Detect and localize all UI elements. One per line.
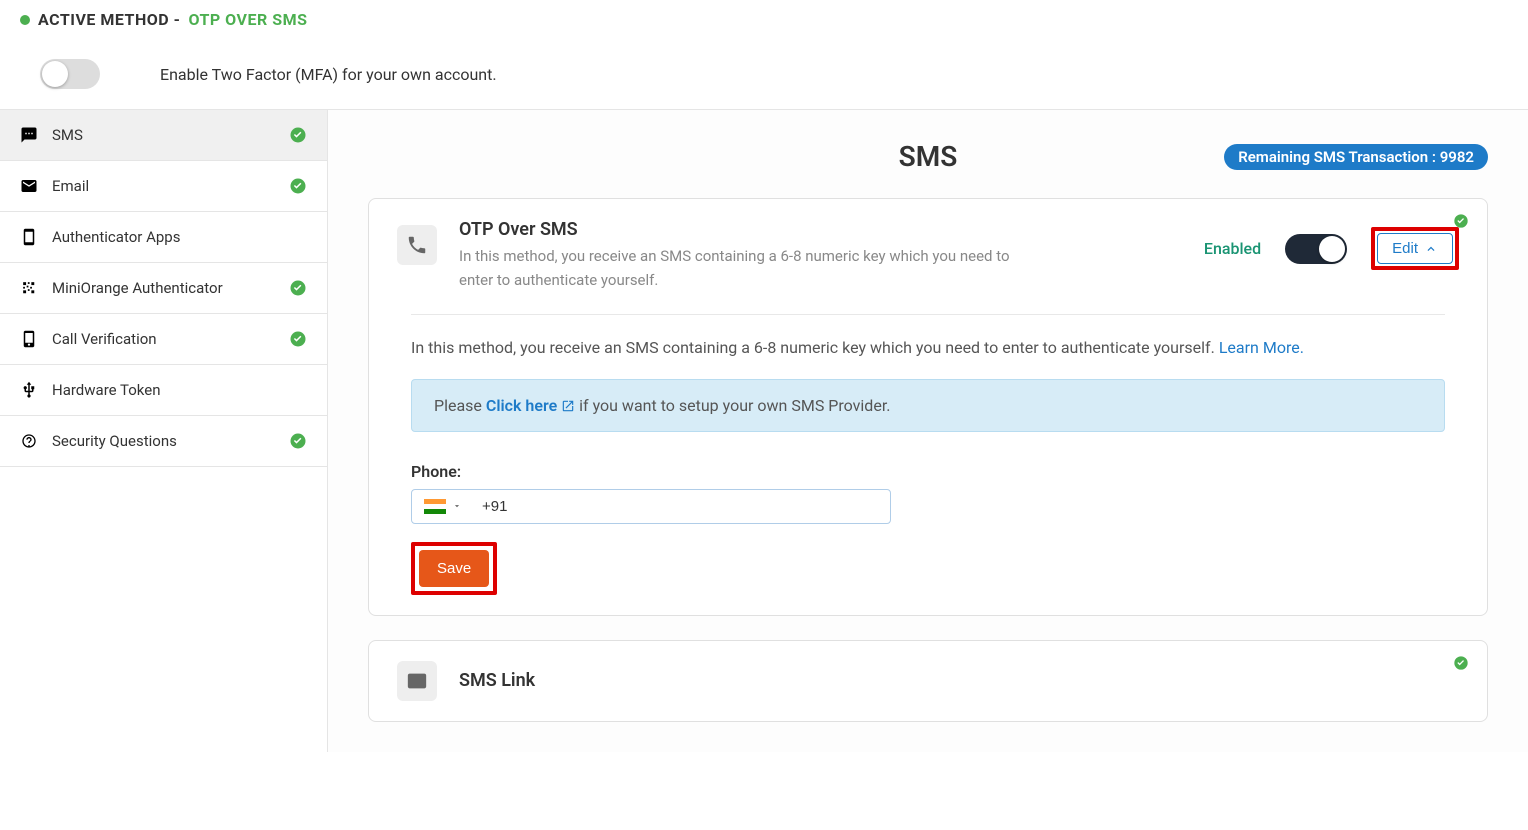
edit-button-label: Edit xyxy=(1392,240,1418,257)
check-icon xyxy=(1453,213,1469,233)
active-method-label: ACTIVE METHOD - xyxy=(38,10,180,29)
mfa-toggle-section: Enable Two Factor (MFA) for your own acc… xyxy=(0,39,1528,109)
edit-button[interactable]: Edit xyxy=(1377,233,1453,264)
sidebar-item-label: MiniOrange Authenticator xyxy=(52,279,223,297)
content-area: SMS Remaining SMS Transaction : 9982 OTP… xyxy=(328,110,1528,752)
click-here-link[interactable]: Click here xyxy=(486,396,575,415)
country-flag-selector[interactable] xyxy=(424,499,462,514)
sidebar-item-security-questions[interactable]: Security Questions xyxy=(0,416,327,467)
card-title: OTP Over SMS xyxy=(459,219,1182,240)
question-icon xyxy=(20,432,38,450)
card-body: In this method, you receive an SMS conta… xyxy=(397,335,1459,595)
content-title: SMS xyxy=(899,140,958,173)
top-bar: ACTIVE METHOD - OTP OVER SMS xyxy=(0,0,1528,39)
sms-link-icon xyxy=(397,661,437,701)
active-method-value: OTP OVER SMS xyxy=(188,10,307,29)
check-icon xyxy=(289,126,307,144)
sidebar-item-hardware-token[interactable]: Hardware Token xyxy=(0,365,327,416)
sidebar-item-email[interactable]: Email xyxy=(0,161,327,212)
status-dot-icon xyxy=(20,15,30,25)
check-icon xyxy=(289,432,307,450)
main-container: SMS Email Authenticator Apps xyxy=(0,109,1528,752)
content-header: SMS Remaining SMS Transaction : 9982 xyxy=(368,140,1488,173)
sidebar: SMS Email Authenticator Apps xyxy=(0,110,328,752)
sidebar-item-miniorange[interactable]: MiniOrange Authenticator xyxy=(0,263,327,314)
otp-over-sms-card: OTP Over SMS In this method, you receive… xyxy=(368,198,1488,616)
phone-icon xyxy=(397,225,437,265)
external-link-icon xyxy=(561,399,575,413)
card-header: OTP Over SMS In this method, you receive… xyxy=(397,219,1459,292)
chevron-down-icon xyxy=(452,501,462,511)
check-icon xyxy=(289,279,307,297)
mfa-toggle-label: Enable Two Factor (MFA) for your own acc… xyxy=(160,65,497,84)
usb-icon xyxy=(20,381,38,399)
message-icon xyxy=(20,126,38,144)
card-body-text: In this method, you receive an SMS conta… xyxy=(411,335,1445,361)
sms-link-title: SMS Link xyxy=(459,670,535,691)
sidebar-item-label: Email xyxy=(52,177,89,195)
phone-input[interactable] xyxy=(482,498,878,515)
mfa-toggle[interactable] xyxy=(40,59,100,89)
sidebar-item-label: Call Verification xyxy=(52,330,157,348)
sidebar-item-label: Authenticator Apps xyxy=(52,228,180,246)
save-highlight: Save xyxy=(411,542,497,595)
sidebar-item-label: Hardware Token xyxy=(52,381,161,399)
sidebar-item-authenticator-apps[interactable]: Authenticator Apps xyxy=(0,212,327,263)
phone-input-wrapper xyxy=(411,489,891,524)
sms-link-card: SMS Link xyxy=(368,640,1488,722)
otp-sms-toggle[interactable] xyxy=(1285,234,1347,264)
qr-icon xyxy=(20,279,38,297)
check-icon xyxy=(1453,655,1469,675)
enabled-label: Enabled xyxy=(1204,239,1261,258)
divider xyxy=(411,314,1445,315)
toggle-knob-icon xyxy=(42,61,68,87)
save-button[interactable]: Save xyxy=(419,550,489,587)
card-description: In this method, you receive an SMS conta… xyxy=(459,244,1019,292)
phone-label: Phone: xyxy=(411,462,1445,481)
phone-app-icon xyxy=(20,228,38,246)
toggle-knob-icon xyxy=(1319,236,1345,262)
sidebar-item-label: Security Questions xyxy=(52,432,177,450)
learn-more-link[interactable]: Learn More. xyxy=(1219,338,1304,357)
check-icon xyxy=(289,177,307,195)
sidebar-item-sms[interactable]: SMS xyxy=(0,110,327,161)
info-box: Please Click here if you want to setup y… xyxy=(411,379,1445,432)
check-icon xyxy=(289,330,307,348)
phone-call-icon xyxy=(20,330,38,348)
envelope-icon xyxy=(20,177,38,195)
edit-highlight: Edit xyxy=(1371,227,1459,270)
india-flag-icon xyxy=(424,499,446,514)
sidebar-item-label: SMS xyxy=(52,126,83,144)
remaining-sms-badge: Remaining SMS Transaction : 9982 xyxy=(1224,144,1488,170)
chevron-up-icon xyxy=(1424,242,1438,256)
sidebar-item-call-verification[interactable]: Call Verification xyxy=(0,314,327,365)
card-controls: Enabled Edit xyxy=(1204,227,1459,270)
